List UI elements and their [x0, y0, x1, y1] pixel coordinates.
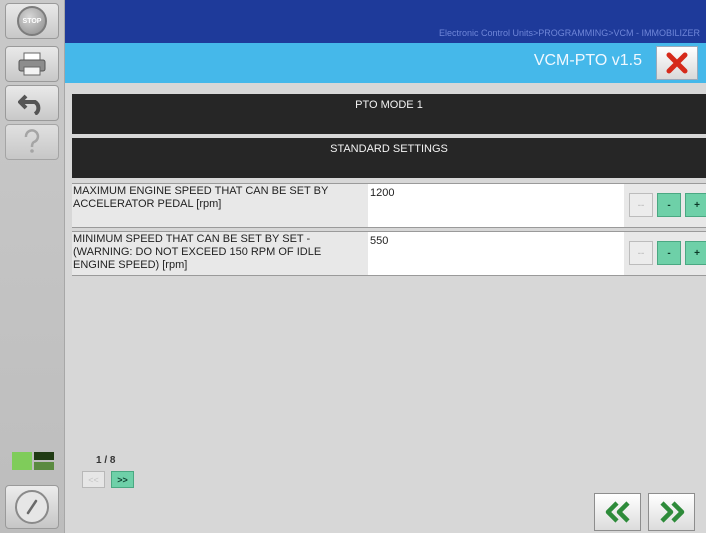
print-button[interactable] [5, 46, 59, 82]
mode-header: PTO MODE 1 [72, 94, 706, 134]
decrease-large-button[interactable]: -- [629, 241, 653, 265]
param-row-min-speed: MINIMUM SPEED THAT CAN BE SET BY SET - (… [72, 231, 706, 276]
param-label: MAXIMUM ENGINE SPEED THAT CAN BE SET BY … [73, 185, 329, 210]
status-square-green [12, 452, 32, 470]
param-row-max-speed: MAXIMUM ENGINE SPEED THAT CAN BE SET BY … [72, 183, 706, 228]
param-label: MINIMUM SPEED THAT CAN BE SET BY SET - (… [73, 233, 322, 271]
undo-button[interactable] [5, 85, 59, 121]
mode-title: PTO MODE 1 [355, 99, 423, 111]
title-bar: VCM-PTO v1.5 [65, 43, 706, 83]
next-page-button[interactable]: >> [111, 471, 134, 488]
decrease-large-button[interactable]: -- [629, 193, 653, 217]
double-chevron-right-icon [659, 501, 684, 523]
settings-header: STANDARD SETTINGS [72, 138, 706, 178]
decrease-button[interactable]: - [657, 241, 681, 265]
stop-icon: STOP [17, 6, 47, 36]
back-button[interactable] [594, 493, 641, 531]
decrease-button[interactable]: - [657, 193, 681, 217]
status-square-dark [34, 452, 54, 460]
param-value-field[interactable]: 550 [368, 232, 624, 275]
close-icon [666, 52, 688, 74]
close-button[interactable] [656, 46, 698, 80]
breadcrumb-bar: Electronic Control Units>PROGRAMMING>VCM… [65, 0, 706, 43]
param-value-field[interactable]: 1200 [368, 184, 624, 227]
stop-label: STOP [22, 17, 42, 25]
info-icon [15, 490, 49, 524]
question-icon [24, 129, 40, 153]
left-toolbar: STOP [0, 0, 65, 533]
settings-title: STANDARD SETTINGS [330, 143, 448, 155]
breadcrumb: Electronic Control Units>PROGRAMMING>VCM… [438, 28, 700, 38]
double-chevron-left-icon [605, 501, 630, 523]
forward-button[interactable] [648, 493, 695, 531]
status-indicator [12, 452, 54, 470]
undo-icon [18, 94, 41, 115]
increase-button[interactable]: + [685, 193, 706, 217]
page-title: VCM-PTO v1.5 [533, 52, 642, 69]
increase-button[interactable]: + [685, 241, 706, 265]
printer-icon [18, 52, 46, 76]
info-button[interactable] [5, 485, 59, 529]
page-indicator: 1 / 8 [96, 455, 116, 466]
prev-page-button[interactable]: << [82, 471, 105, 488]
help-question-button[interactable] [5, 124, 59, 160]
status-square-olive [34, 462, 54, 470]
stop-button[interactable]: STOP [5, 3, 59, 39]
